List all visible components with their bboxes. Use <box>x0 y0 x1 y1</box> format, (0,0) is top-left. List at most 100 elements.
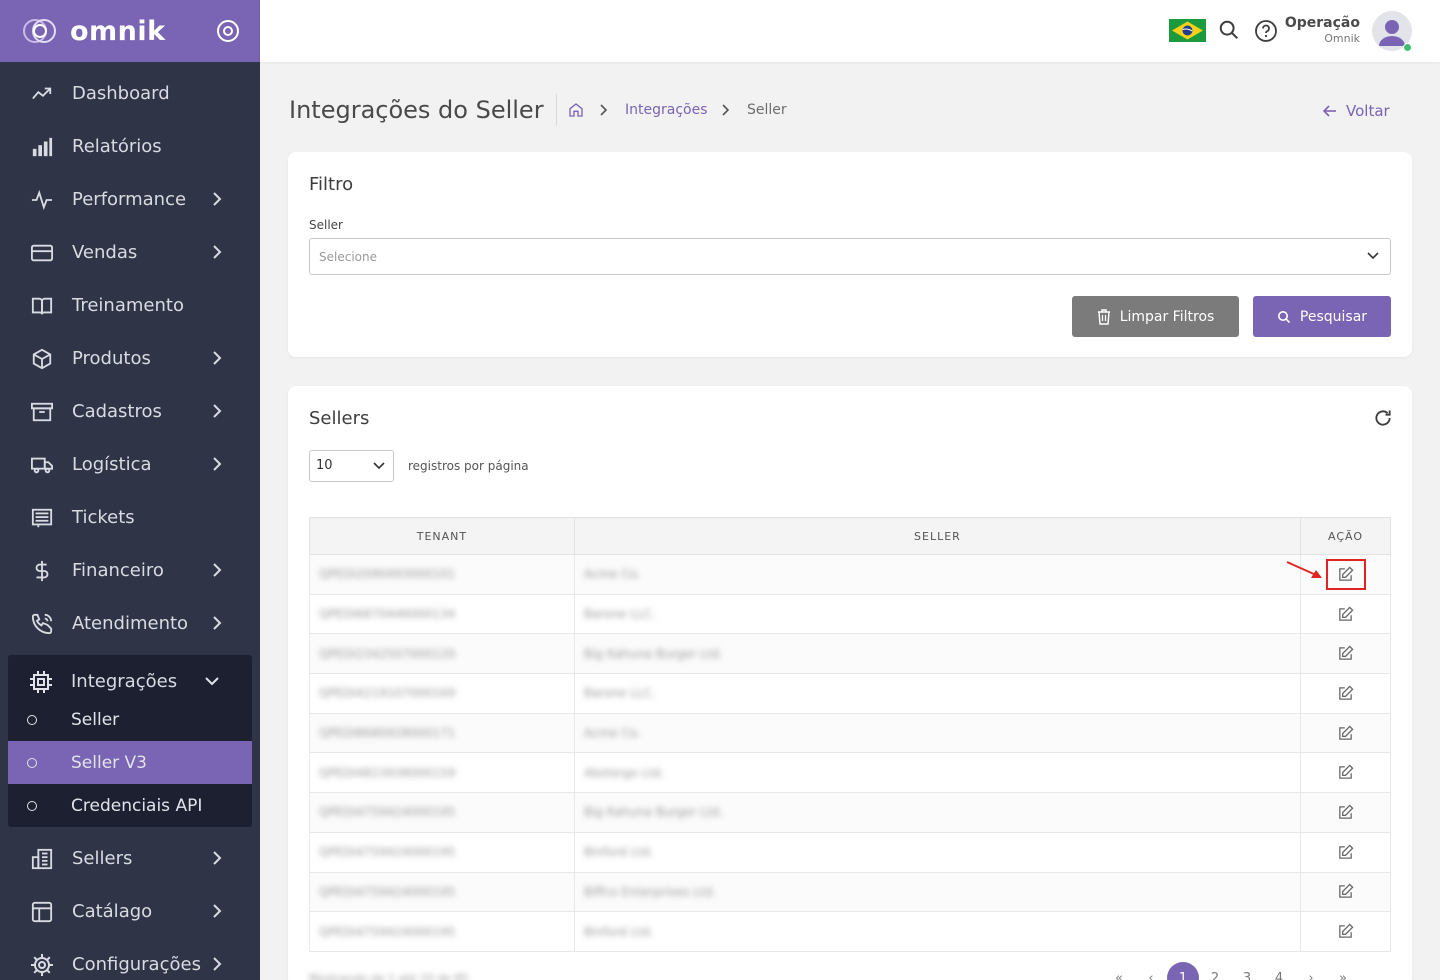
seller-select[interactable]: Selecione <box>309 238 1391 275</box>
bar-chart-icon <box>30 135 54 159</box>
sidebar-item-label: Configurações <box>72 954 201 975</box>
back-label: Voltar <box>1346 102 1390 120</box>
search-button[interactable]: Pesquisar <box>1253 296 1391 337</box>
table-header-row: TENANT SELLER AÇÃO <box>309 517 1391 555</box>
sidebar-item-logistica[interactable]: Logística <box>0 438 260 491</box>
table-row: QPEDI2342507000120 Big Kahuna Burger Ltd. <box>309 633 1391 675</box>
sidebar-item-configuracoes[interactable]: Configurações <box>0 938 260 980</box>
page-first[interactable]: « <box>1103 962 1135 980</box>
edit-button[interactable] <box>1326 837 1366 868</box>
breadcrumb-integracoes[interactable]: Integrações <box>625 102 708 118</box>
sidebar-item-label: Relatórios <box>72 136 162 157</box>
sidebar-item-label: Dashboard <box>72 83 170 104</box>
clear-filters-button[interactable]: Limpar Filtros <box>1072 296 1239 337</box>
edit-button[interactable] <box>1325 558 1366 590</box>
sidebar-subitem-label: Seller V3 <box>71 752 147 773</box>
sidebar-item-financeiro[interactable]: Financeiro <box>0 544 260 597</box>
sidebar-item-treinamento[interactable]: Treinamento <box>0 279 260 332</box>
sidebar-subitem-seller-v3[interactable]: Seller V3 <box>8 741 252 784</box>
sidebar-item-relatorios[interactable]: Relatórios <box>0 120 260 173</box>
table-row: QPEDI4823938000159 Abstergo Ltd. <box>309 752 1391 794</box>
seller-cell: Barone LLC. <box>573 673 1302 714</box>
brand-logo[interactable]: omnik <box>22 16 166 47</box>
edit-icon <box>1339 764 1354 780</box>
page-next[interactable]: › <box>1295 962 1327 980</box>
chevron-right-icon <box>213 404 222 418</box>
back-button[interactable]: Voltar <box>1322 102 1390 120</box>
page-last[interactable]: » <box>1327 962 1359 980</box>
sidebar-item-label: Cadastros <box>72 401 162 422</box>
tenant-cell: QPEDI4759424000195 <box>309 792 575 833</box>
layout-icon <box>30 900 54 924</box>
sidebar-item-label: Logística <box>72 454 152 475</box>
seller-select-placeholder: Selecione <box>319 250 377 264</box>
sidebar-item-label: Catálago <box>72 901 153 922</box>
sidebar-item-performance[interactable]: Performance <box>0 173 260 226</box>
sidebar-item-label: Vendas <box>72 242 138 263</box>
circle-icon <box>27 714 37 725</box>
sidebar-item-cadastros[interactable]: Cadastros <box>0 385 260 438</box>
sidebar-item-catalago[interactable]: Catálago <box>0 885 260 938</box>
sidebar-item-atendimento[interactable]: Atendimento <box>0 597 260 650</box>
tenant-cell: QPEDI2090493000101 <box>309 554 575 595</box>
seller-cell: Acme Co. <box>573 712 1302 754</box>
table-row: QPEDI2090493000101 Acme Co. <box>309 554 1391 595</box>
table-row: QPEDI4759424000195 Binford Ltd. <box>309 911 1391 952</box>
edit-button[interactable] <box>1326 638 1366 669</box>
user-info[interactable]: Operação Omnik <box>1285 15 1360 45</box>
edit-button[interactable] <box>1326 797 1366 828</box>
table-row: QPEDI4219107000169 Barone LLC. <box>309 673 1391 714</box>
seller-cell: Abstergo Ltd. <box>573 752 1302 794</box>
edit-button[interactable] <box>1326 876 1366 907</box>
page-link[interactable]: 3 <box>1231 962 1263 980</box>
circle-icon <box>27 800 37 811</box>
home-icon[interactable] <box>568 102 584 118</box>
brand-name: omnik <box>70 15 166 47</box>
user-name: Operação <box>1284 15 1360 31</box>
col-seller[interactable]: SELLER <box>573 517 1302 555</box>
sidebar-header: omnik <box>0 0 260 62</box>
edit-button[interactable] <box>1326 718 1366 749</box>
help-icon[interactable] <box>1254 19 1278 43</box>
trash-icon <box>1097 308 1110 325</box>
chevron-right-icon <box>213 457 222 471</box>
page-current[interactable]: 1 <box>1167 962 1199 980</box>
sidebar-item-produtos[interactable]: Produtos <box>0 332 260 385</box>
building-icon <box>30 847 54 871</box>
edit-button[interactable] <box>1326 916 1366 947</box>
page-link[interactable]: 2 <box>1199 962 1231 980</box>
tenant-cell: QPEDI6870446000134 <box>309 593 575 635</box>
action-cell <box>1300 673 1391 714</box>
menu-toggle-icon[interactable] <box>216 19 240 43</box>
edit-button[interactable] <box>1326 599 1366 630</box>
col-tenant[interactable]: TENANT <box>309 517 575 555</box>
chip-icon <box>29 670 53 694</box>
chevron-down-icon <box>205 677 219 686</box>
sidebar-item-sellers[interactable]: Sellers <box>0 832 260 885</box>
refresh-icon[interactable] <box>1373 408 1393 428</box>
per-page-select[interactable]: 10 <box>309 450 394 482</box>
table-row: QPEDI8680928000171 Acme Co. <box>309 712 1391 754</box>
page-link[interactable]: 4 <box>1263 962 1295 980</box>
seller-cell: Binford Ltd. <box>573 831 1302 873</box>
box-icon <box>30 347 54 371</box>
search-icon[interactable] <box>1218 19 1240 41</box>
sidebar-subitem-credenciais-api[interactable]: Credenciais API <box>8 784 252 827</box>
page-prev[interactable]: ‹ <box>1135 962 1167 980</box>
edit-button[interactable] <box>1326 678 1366 709</box>
seller-label: Seller <box>309 218 343 232</box>
sidebar-item-dashboard[interactable]: Dashboard <box>0 67 260 120</box>
chevron-right-icon <box>213 904 222 918</box>
action-cell <box>1300 712 1391 754</box>
per-page-label: registros por página <box>408 459 529 473</box>
edit-button[interactable] <box>1326 757 1366 788</box>
chevron-right-icon <box>213 351 222 365</box>
seller-cell: Big Kahuna Burger Ltd. <box>573 633 1302 675</box>
sidebar-item-vendas[interactable]: Vendas <box>0 226 260 279</box>
sidebar-item-label: Tickets <box>72 507 135 528</box>
chevron-right-icon <box>213 851 222 865</box>
brazil-flag-icon[interactable] <box>1169 19 1206 42</box>
showing-text: Mostrando de 1 até 10 de 85 <box>309 972 469 980</box>
sidebar-subitem-seller[interactable]: Seller <box>8 698 252 741</box>
sidebar-item-tickets[interactable]: Tickets <box>0 491 260 544</box>
